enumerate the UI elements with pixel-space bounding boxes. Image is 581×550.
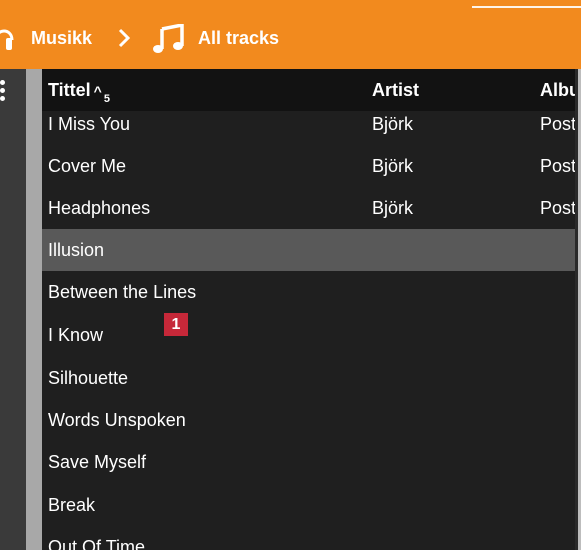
table-row[interactable]: I Miss You Björk Post bbox=[42, 103, 581, 145]
table-row[interactable]: Silhouette bbox=[42, 357, 581, 399]
row-title: Words Unspoken bbox=[48, 410, 186, 430]
row-album: Post bbox=[540, 156, 577, 176]
sidebar-strip bbox=[26, 69, 42, 550]
column-header-title-label: Tittel bbox=[48, 80, 91, 100]
row-title: Save Myself bbox=[48, 452, 147, 472]
headphones-icon bbox=[0, 29, 14, 50]
row-album: Post bbox=[540, 114, 577, 134]
row-title: I Miss You bbox=[48, 114, 131, 134]
row-title: Break bbox=[48, 495, 96, 515]
table-row[interactable]: Save Myself bbox=[42, 441, 581, 483]
row-title: Out Of Time bbox=[48, 537, 146, 550]
callout-badge: 1 bbox=[164, 313, 188, 336]
row-album: Post bbox=[540, 198, 577, 218]
table-row-selected[interactable]: Illusion bbox=[42, 229, 581, 271]
more-vertical-icon[interactable] bbox=[0, 80, 8, 104]
row-artist: Björk bbox=[372, 156, 414, 176]
table-row[interactable]: Break bbox=[42, 484, 581, 526]
row-title: Headphones bbox=[48, 198, 151, 218]
music-note-icon bbox=[153, 24, 184, 53]
track-table: Tittel ^ 5 Artist Albu I Miss You Björk Po… bbox=[42, 69, 581, 550]
row-title: Cover Me bbox=[48, 156, 127, 176]
column-header-artist[interactable]: Artist bbox=[372, 80, 419, 101]
breadcrumb-current: All tracks bbox=[198, 28, 280, 48]
row-title: Illusion bbox=[48, 240, 105, 260]
table-row[interactable]: I Know bbox=[42, 314, 581, 356]
column-header-title[interactable]: Tittel ^ 5 bbox=[48, 80, 110, 105]
breadcrumb-bar: Musikk All tracks bbox=[0, 0, 581, 69]
table-row[interactable]: Out Of Time bbox=[42, 526, 581, 550]
table-row[interactable]: Words Unspoken bbox=[42, 399, 581, 441]
sort-ascending-icon: ^ bbox=[93, 83, 102, 99]
row-title: I Know bbox=[48, 325, 104, 345]
column-header-album[interactable]: Albu bbox=[540, 80, 580, 101]
row-title: Silhouette bbox=[48, 368, 129, 388]
table-row[interactable]: Cover Me Björk Post bbox=[42, 145, 581, 187]
breadcrumb-root-link[interactable]: Musikk bbox=[31, 28, 92, 49]
chevron-right-icon bbox=[118, 28, 131, 48]
row-artist: Björk bbox=[372, 114, 414, 134]
left-rail bbox=[0, 69, 26, 550]
table-row[interactable]: Headphones Björk Post bbox=[42, 187, 581, 229]
row-artist: Björk bbox=[372, 198, 414, 218]
top-strip bbox=[472, 6, 581, 8]
row-title: Between the Lines bbox=[48, 282, 197, 302]
table-row[interactable]: Between the Lines bbox=[42, 271, 581, 313]
